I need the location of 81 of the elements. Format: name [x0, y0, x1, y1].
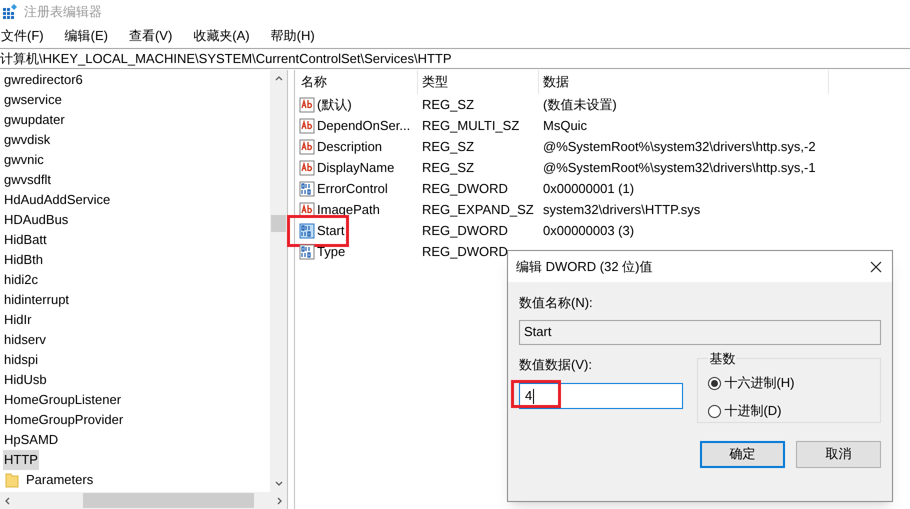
tree-item[interactable]: HomeGroupListener — [3, 390, 122, 410]
tree-item[interactable]: gwupdater — [3, 110, 66, 130]
value-type: REG_SZ — [421, 158, 476, 177]
tree-item[interactable]: hidspi — [3, 350, 39, 370]
tree-item[interactable]: HdAudAddService — [3, 190, 112, 210]
radio-option[interactable]: 十进制(D) — [708, 398, 870, 424]
tree-item[interactable]: HidUsb — [3, 370, 48, 390]
tree-item[interactable]: HidBth — [3, 250, 44, 270]
value-name[interactable]: Description — [317, 136, 382, 156]
binary-value-icon — [299, 180, 315, 196]
value-name[interactable]: ImagePath — [317, 200, 380, 220]
scroll-thumb[interactable] — [83, 493, 254, 508]
value-type: REG_SZ — [421, 96, 476, 114]
group-label: 基数 — [708, 350, 736, 368]
field-label: 数值名称(N): — [519, 294, 594, 312]
tree-item[interactable]: HpSAMD — [3, 430, 60, 450]
value-data: MsQuic — [542, 116, 588, 135]
value-name[interactable]: DisplayName — [317, 158, 394, 178]
folder-icon — [5, 472, 19, 488]
value-name[interactable]: (默认) — [317, 94, 352, 114]
value-name-field[interactable]: Start — [519, 320, 881, 344]
value-name[interactable]: DependOnSer... — [317, 116, 410, 136]
value-data: @%SystemRoot%\system32\drivers\http.sys,-2 — [542, 138, 816, 156]
address-bar[interactable]: 计算机\HKEY_LOCAL_MACHINE\SYSTEM\CurrentControlSet\Services\HTTP — [0, 48, 910, 69]
text-value-icon — [299, 160, 315, 176]
tree-item[interactable]: hidi2c — [3, 270, 39, 290]
menu-item[interactable]: 帮助(H) — [270, 26, 316, 46]
value-data: 0x00000001 (1) — [542, 180, 634, 198]
radio-button[interactable] — [708, 376, 722, 390]
tree-item[interactable]: gwvdisk — [3, 130, 52, 150]
horizontal-scrollbar[interactable] — [0, 492, 287, 509]
column-header[interactable]: 类型 — [418, 70, 539, 94]
value-name[interactable]: Start — [317, 220, 344, 240]
radio-button[interactable] — [708, 404, 722, 418]
tree-item[interactable]: HidBatt — [3, 230, 48, 250]
app-icon — [2, 4, 18, 20]
field-label: 数值数据(V): — [519, 356, 593, 374]
value-data: system32\drivers\HTTP.sys — [542, 200, 700, 219]
value-type: REG_DWORD — [421, 180, 509, 198]
binary-value-icon — [299, 244, 315, 260]
value-name[interactable]: ErrorControl — [317, 178, 388, 198]
value-type: REG_DWORD — [421, 242, 509, 261]
value-data: 0x00000003 (3) — [542, 222, 634, 240]
value-type: REG_MULTI_SZ — [421, 116, 520, 135]
text-value-icon — [299, 138, 315, 154]
tree-item[interactable]: Parameters — [25, 470, 94, 490]
menu-item[interactable]: 编辑(E) — [64, 26, 109, 46]
value-data-field[interactable]: 4 — [519, 383, 684, 409]
value-name[interactable]: Type — [317, 242, 346, 262]
menu-item[interactable]: 收藏夹(A) — [192, 26, 251, 46]
text-value-icon — [299, 202, 315, 218]
window-title: 注册表编辑器 — [24, 2, 102, 21]
tree-item[interactable]: gwredirector6 — [3, 70, 84, 90]
value-type: REG_SZ — [421, 138, 476, 156]
value-type: REG_DWORD — [421, 222, 509, 240]
tree-item[interactable]: hidinterrupt — [3, 290, 70, 310]
tree-item[interactable]: HTTP — [3, 450, 39, 470]
tree-item[interactable]: gwservice — [3, 90, 63, 110]
vertical-scrollbar[interactable] — [270, 70, 287, 492]
dialog-title: 编辑 DWORD (32 位)值 — [516, 258, 652, 276]
text-value-icon — [299, 118, 315, 134]
cancel-button[interactable]: 取消 — [796, 440, 881, 468]
value-data: @%SystemRoot%\system32\drivers\http.sys,-1 — [542, 158, 816, 177]
value-type: REG_EXPAND_SZ — [421, 200, 535, 219]
binary-value-icon — [299, 222, 315, 238]
radio-option[interactable]: 十六进制(H) — [708, 370, 870, 396]
value-data: (数值未设置) — [542, 96, 617, 114]
tree-item[interactable]: gwvsdflt — [3, 170, 52, 190]
tree-item[interactable]: gwvnic — [3, 150, 45, 170]
column-header[interactable]: 数据 — [539, 70, 829, 94]
text-value-icon — [299, 96, 315, 112]
tree-item[interactable]: HDAudBus — [3, 210, 70, 230]
tree-item[interactable]: hidserv — [3, 330, 47, 350]
scroll-thumb[interactable] — [271, 215, 286, 232]
ok-button[interactable]: 确定 — [700, 440, 785, 468]
menu-item[interactable]: 文件(F) — [0, 26, 45, 46]
column-header[interactable]: 名称 — [297, 70, 418, 94]
menu-item[interactable]: 查看(V) — [128, 26, 174, 46]
close-icon[interactable] — [870, 260, 882, 272]
tree-item[interactable]: HomeGroupProvider — [3, 410, 124, 430]
tree-item[interactable]: HidIr — [3, 310, 32, 330]
